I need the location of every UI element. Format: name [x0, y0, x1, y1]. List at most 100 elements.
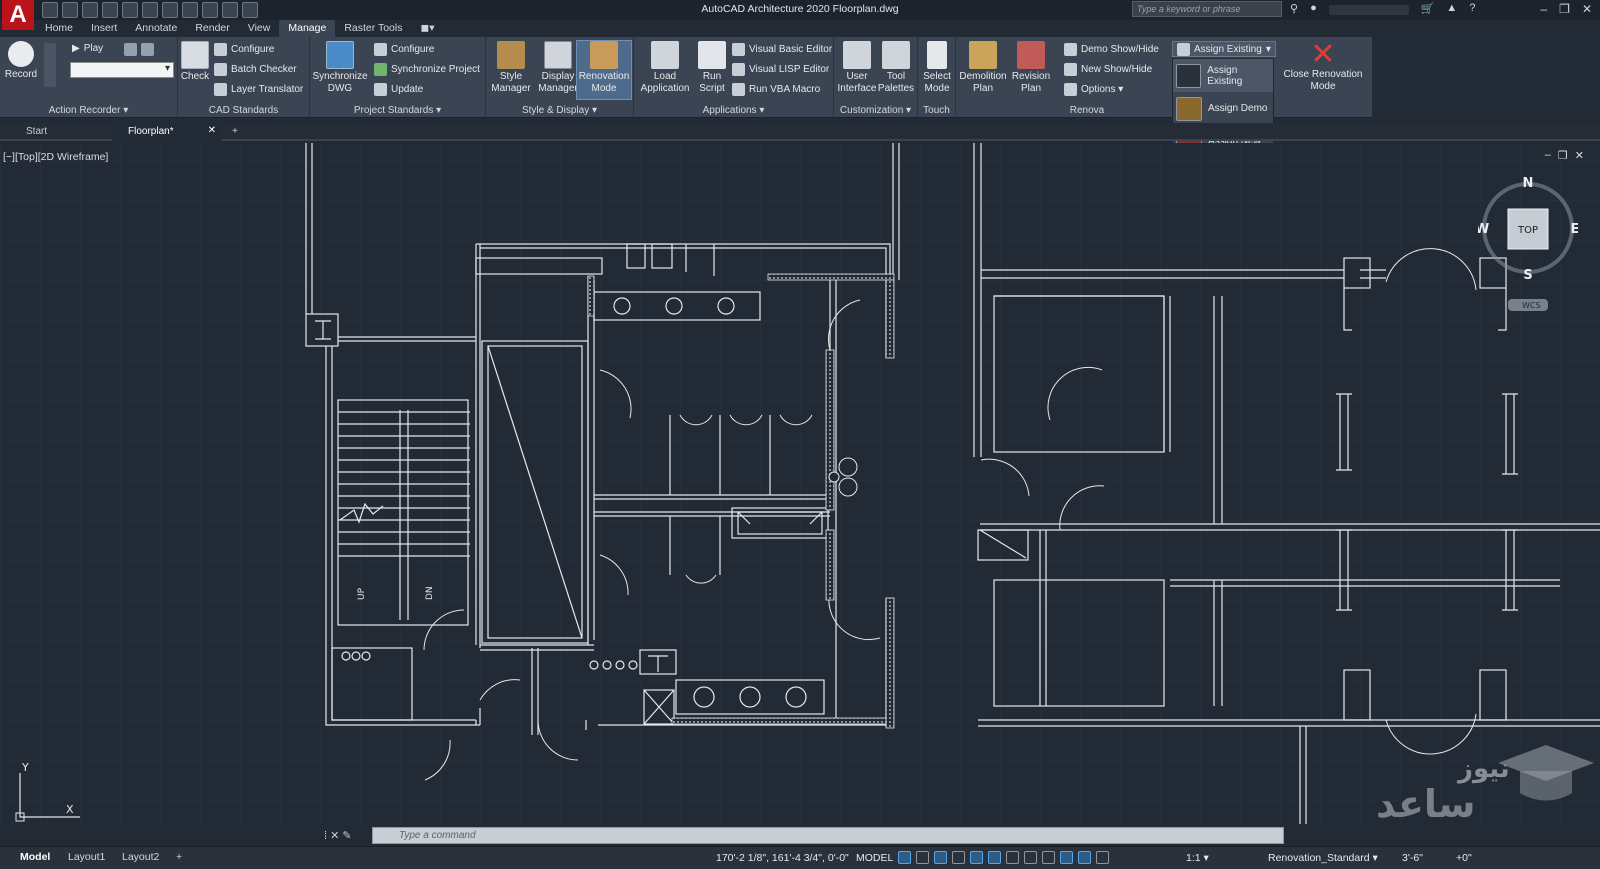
style-manager-button[interactable]: Style Manager — [488, 41, 534, 95]
dropdown-assign-demo[interactable]: Assign Demo — [1173, 92, 1273, 125]
configure-project-button[interactable]: Configure — [374, 43, 434, 56]
run-script-button[interactable]: Run Script — [692, 41, 732, 95]
grid-toggle-icon[interactable] — [898, 851, 911, 864]
cart-icon[interactable]: 🛒 — [1421, 2, 1435, 18]
close-renovation-mode-button[interactable]: ✕ Close Renovation Mode — [1278, 40, 1368, 93]
stair-dn-label: DN — [425, 586, 435, 600]
minimize-button[interactable]: – — [1540, 2, 1547, 16]
play-button[interactable]: ▶ Play — [72, 43, 103, 54]
isodraft-toggle-icon[interactable] — [988, 851, 1001, 864]
vp-restore-icon[interactable]: ❐ — [1558, 149, 1568, 162]
annotation-scale-icon[interactable] — [1060, 851, 1073, 864]
tool-palettes-button[interactable]: Tool Palettes — [876, 41, 916, 95]
maximize-button[interactable]: ❐ — [1559, 2, 1570, 16]
command-line-icons[interactable]: ⁞ ✕ ✎ — [324, 829, 372, 842]
user-name-field[interactable] — [1328, 5, 1409, 15]
wcs-menu[interactable]: WCS — [1522, 301, 1541, 310]
ortho-toggle-icon[interactable] — [952, 851, 965, 864]
tab-manage[interactable]: Manage — [279, 20, 336, 37]
layout-tab-layout1[interactable]: Layout1 — [68, 851, 105, 863]
dropdown-assign-existing[interactable]: Assign Existing — [1173, 59, 1273, 92]
add-layout-icon[interactable]: + — [176, 851, 182, 863]
snap-toggle-icon[interactable] — [916, 851, 929, 864]
cut-plane-value[interactable]: 3'-6" — [1402, 852, 1423, 864]
configure-standards-button[interactable]: Configure — [214, 43, 274, 56]
demolition-plan-icon — [969, 41, 997, 69]
select-mode-button[interactable]: Select Mode — [920, 41, 954, 95]
model-space-toggle[interactable]: MODEL — [856, 852, 893, 864]
transparency-toggle-icon[interactable] — [1042, 851, 1055, 864]
command-input[interactable]: Type a command — [372, 826, 1284, 844]
viewport-label[interactable]: [−][Top][2D Wireframe] — [3, 151, 108, 163]
new-tab-icon[interactable]: + — [232, 123, 252, 141]
check-button[interactable]: Check — [180, 41, 210, 83]
coordinates-readout: 170'-2 1/8", 161'-4 3/4", 0'-0" — [716, 852, 849, 864]
close-tab-icon[interactable]: ✕ — [208, 125, 216, 136]
compass-e[interactable]: E — [1571, 222, 1578, 237]
osnap-toggle-icon[interactable] — [1006, 851, 1019, 864]
visual-lisp-editor-button[interactable]: Visual LISP Editor — [732, 63, 829, 76]
search-input[interactable]: Type a keyword or phrase — [1132, 1, 1282, 17]
tab-home[interactable]: Home — [36, 20, 82, 37]
layer-translator-button[interactable]: Layer Translator — [214, 83, 303, 96]
polar-toggle-icon[interactable] — [970, 851, 983, 864]
file-tabs: Start Floorplan* ✕ + — [0, 123, 1600, 141]
binoculars-icon[interactable]: ⚲ — [1290, 2, 1298, 18]
tab-raster-tools[interactable]: Raster Tools — [335, 20, 411, 37]
viewcube-top[interactable]: TOP — [1517, 225, 1538, 236]
demo-show-hide-button[interactable]: Demo Show/Hide — [1064, 43, 1159, 56]
options-button[interactable]: Options ▾ — [1064, 83, 1123, 96]
demolition-plan-button[interactable]: Demolition Plan — [958, 41, 1008, 95]
vp-minimize-icon[interactable]: – — [1545, 149, 1551, 162]
elevation-offset[interactable]: +0" — [1456, 852, 1472, 864]
autodesk-icon[interactable]: ▲ — [1446, 2, 1457, 18]
display-manager-button[interactable]: Display Manager — [534, 41, 582, 95]
batch-checker-button[interactable]: Batch Checker — [214, 63, 297, 76]
tab-overflow-icon[interactable]: ◼▾ — [411, 20, 443, 37]
command-line: ⁞ ✕ ✎ Type a command — [324, 826, 1284, 844]
tab-floorplan[interactable]: Floorplan* ✕ — [112, 123, 222, 141]
renovation-standard-selector[interactable]: Renovation_Standard ▾ — [1268, 852, 1378, 864]
visual-basic-editor-button[interactable]: Visual Basic Editor — [732, 43, 832, 56]
viewcube[interactable]: TOP N S E W WCS — [1478, 173, 1578, 313]
workspace-gear-icon[interactable] — [1096, 851, 1109, 864]
renovation-mode-button[interactable]: Renovation Mode — [576, 40, 632, 100]
annotation-visibility-icon[interactable] — [1078, 851, 1091, 864]
compass-s[interactable]: S — [1523, 268, 1532, 283]
update-button[interactable]: Update — [374, 83, 423, 96]
tab-start[interactable]: Start — [0, 123, 110, 141]
vp-close-icon[interactable]: ✕ — [1575, 149, 1584, 162]
tab-annotate[interactable]: Annotate — [126, 20, 186, 37]
compass-n[interactable]: N — [1523, 176, 1534, 191]
close-button[interactable]: ✕ — [1582, 2, 1592, 16]
ucs-icon: Y X — [15, 763, 80, 822]
synchronize-dwg-button[interactable]: Synchronize DWG — [312, 41, 368, 95]
user-icon[interactable]: ● — [1310, 2, 1317, 18]
layout-tab-layout2[interactable]: Layout2 — [122, 851, 159, 863]
assign-demo-icon — [1176, 96, 1202, 121]
record-button[interactable]: Record — [4, 41, 38, 81]
tab-view[interactable]: View — [239, 20, 280, 37]
drafting-toggles — [898, 851, 1109, 866]
infer-toggle-icon[interactable] — [934, 851, 947, 864]
recorder-side-icons — [44, 43, 56, 87]
synchronize-project-button[interactable]: Synchronize Project — [374, 63, 480, 76]
user-interface-button[interactable]: User Interface — [836, 41, 878, 95]
load-application-button[interactable]: Load Application — [636, 41, 694, 95]
assign-existing-split-button[interactable]: Assign Existing ▾ — [1172, 41, 1276, 57]
run-vba-macro-button[interactable]: Run VBA Macro — [732, 83, 820, 96]
compass-w[interactable]: W — [1478, 222, 1489, 237]
new-show-hide-button[interactable]: New Show/Hide — [1064, 63, 1152, 76]
revision-plan-button[interactable]: Revision Plan — [1006, 41, 1056, 95]
scale-selector[interactable]: 1:1 ▾ — [1186, 852, 1209, 864]
help-icon[interactable]: ? — [1469, 2, 1475, 18]
layout-tab-model[interactable]: Model — [20, 851, 50, 863]
lineweight-toggle-icon[interactable] — [1024, 851, 1037, 864]
drawing-viewport[interactable]: UP DN [−][Top][2D Wireframe] – ❐ ✕ TOP N… — [0, 143, 1600, 824]
title-bar: A AutoCAD Architecture 2020 Floorplan.dw… — [0, 0, 1600, 30]
recorder-pref-icons[interactable] — [124, 43, 154, 56]
tab-render[interactable]: Render — [186, 20, 238, 37]
tab-insert[interactable]: Insert — [82, 20, 126, 37]
panel-title: Project Standards ▾ — [353, 105, 442, 116]
macro-select[interactable]: ▾ — [70, 62, 174, 78]
